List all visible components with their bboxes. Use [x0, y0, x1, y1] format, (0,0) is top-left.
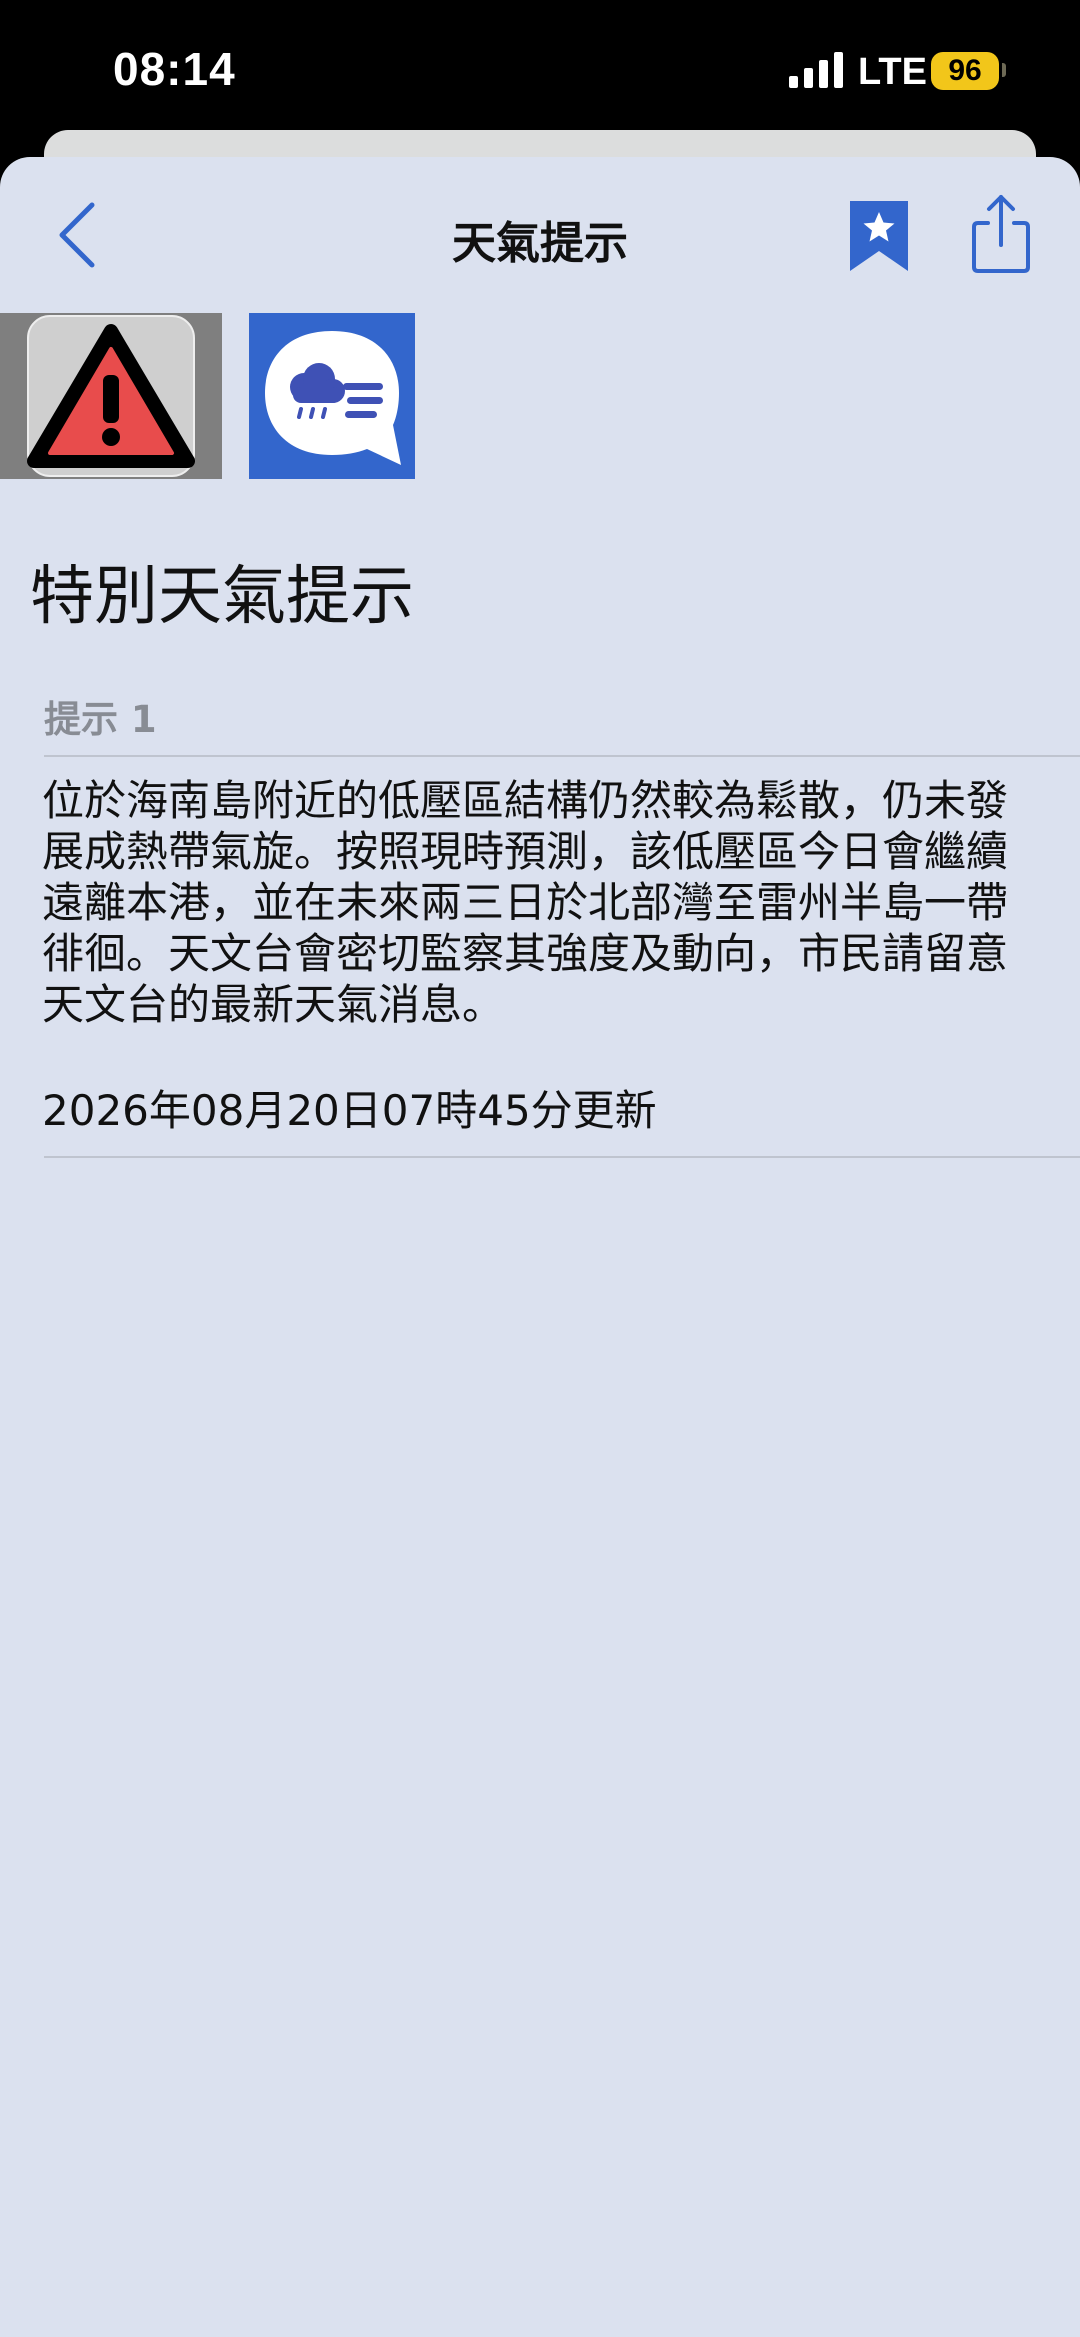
- weather-chat-icon: [249, 313, 415, 479]
- section-divider-top: [44, 755, 1080, 757]
- section-divider-bottom: [44, 1156, 1080, 1158]
- nav-title: 天氣提示: [452, 218, 628, 269]
- share-button[interactable]: [970, 193, 1032, 275]
- modal-sheet: 天氣提示 特別天氣提示 提示 1 位於海南島附近的低壓區結構仍然較為鬆散，仍未發…: [0, 157, 1080, 2337]
- warning-triangle-icon: [0, 313, 222, 479]
- updated-timestamp: 2026年08月20日07時45分更新: [42, 1086, 657, 1135]
- status-bar: 08:14 LTE 96: [0, 0, 1080, 135]
- share-icon: [972, 195, 1030, 273]
- battery-indicator: 96: [931, 52, 999, 90]
- network-type: LTE: [858, 51, 927, 93]
- signal-strength-icon: [789, 52, 843, 88]
- page-title: 特別天氣提示: [30, 559, 414, 634]
- status-time: 08:14: [113, 43, 236, 95]
- bookmark-button[interactable]: [848, 199, 910, 273]
- section-label: 提示 1: [44, 698, 157, 741]
- bookmark-star-icon: [850, 201, 908, 271]
- battery-tip: [1002, 63, 1006, 77]
- advisory-body-text: 位於海南島附近的低壓區結構仍然較為鬆散，仍未發展成熱帶氣旋。按照現時預測，該低壓…: [42, 776, 1009, 1029]
